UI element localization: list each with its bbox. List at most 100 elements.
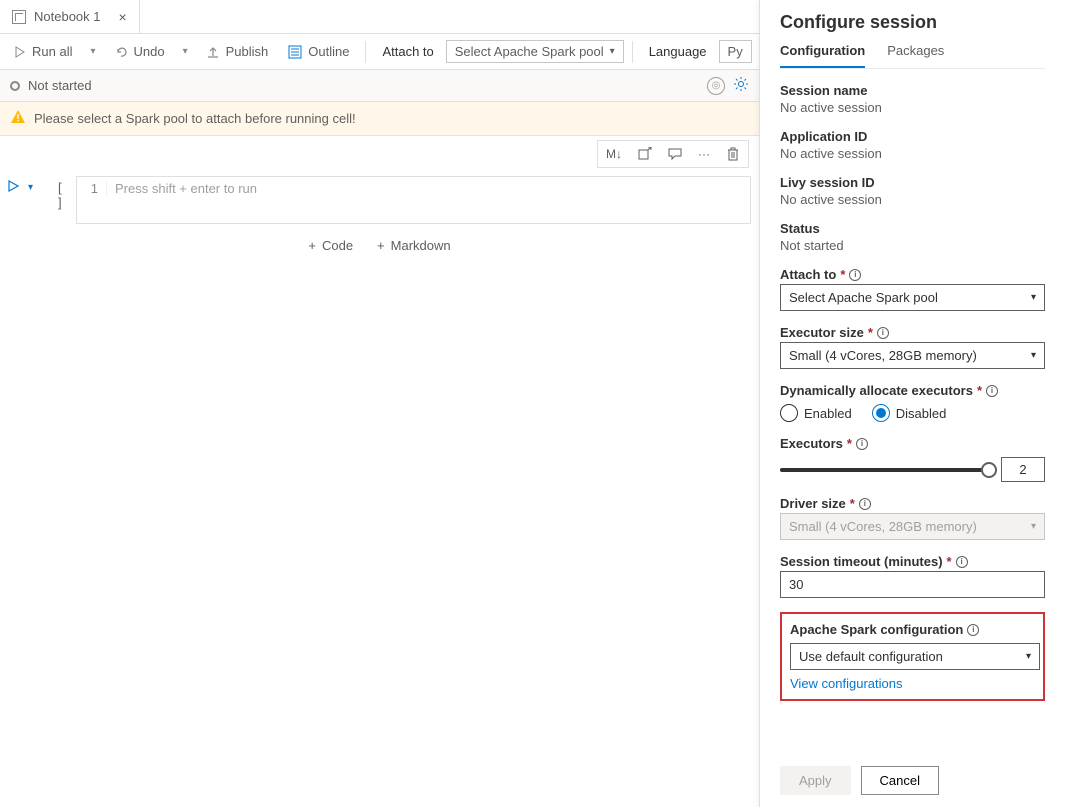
radio-icon — [872, 404, 890, 422]
spark-config-label: Apache Spark configurationi — [790, 622, 1035, 637]
run-all-chevron[interactable]: ▾ — [84, 42, 101, 61]
cancel-button[interactable]: Cancel — [861, 766, 939, 795]
chevron-down-icon: ▾ — [610, 46, 615, 57]
markdown-toggle[interactable]: M↓ — [600, 143, 628, 165]
spark-config-value: Use default configuration — [799, 649, 943, 664]
plus-icon: + — [377, 238, 385, 253]
executors-slider[interactable] — [780, 468, 989, 472]
outline-icon — [288, 45, 302, 59]
configure-session-panel: Configure session Configuration Packages… — [759, 0, 1065, 807]
add-markdown-label: Markdown — [391, 238, 451, 253]
attach-to-field-label: Attach to*i — [780, 267, 1045, 282]
dyn-alloc-label: Dynamically allocate executors*i — [780, 383, 1045, 398]
info-icon[interactable]: i — [877, 327, 889, 339]
plus-icon: + — [308, 238, 316, 253]
info-icon[interactable]: i — [967, 624, 979, 636]
more-icon[interactable]: ··· — [692, 143, 716, 165]
panel-title: Configure session — [780, 12, 1045, 33]
info-icon[interactable]: i — [986, 385, 998, 397]
add-markdown-button[interactable]: + Markdown — [377, 238, 451, 253]
code-cell: ▾ [ ] 1 Press shift + enter to run — [0, 168, 759, 224]
executor-size-label: Executor size*i — [780, 325, 1045, 340]
apply-button: Apply — [780, 766, 851, 795]
tab-packages[interactable]: Packages — [887, 43, 944, 68]
executors-label: Executors*i — [780, 436, 1045, 451]
info-icon[interactable]: i — [856, 438, 868, 450]
attach-to-select[interactable]: Select Apache Spark pool ▾ — [780, 284, 1045, 311]
info-icon[interactable]: i — [859, 498, 871, 510]
spark-config-highlight: Apache Spark configurationi Use default … — [780, 612, 1045, 701]
attach-to-select-value: Select Apache Spark pool — [789, 290, 938, 305]
language-dropdown[interactable]: Py — [719, 40, 752, 63]
livy-id-value: No active session — [780, 192, 1045, 207]
undo-button[interactable]: Undo — [106, 40, 173, 63]
outline-button[interactable]: Outline — [280, 40, 357, 63]
panel-footer: Apply Cancel — [780, 750, 1045, 795]
driver-size-value: Small (4 vCores, 28GB memory) — [789, 519, 977, 534]
close-icon[interactable]: × — [119, 9, 127, 25]
undo-icon — [114, 45, 128, 59]
execution-count: [ ] — [46, 176, 76, 214]
session-name-value: No active session — [780, 100, 1045, 115]
add-code-button[interactable]: + Code — [308, 238, 353, 253]
driver-size-select: Small (4 vCores, 28GB memory) ▾ — [780, 513, 1045, 540]
attach-to-dropdown[interactable]: Select Apache Spark pool ▾ — [446, 40, 624, 63]
publish-icon — [206, 45, 220, 59]
executors-value[interactable]: 2 — [1001, 457, 1045, 482]
publish-label: Publish — [226, 44, 269, 59]
language-label: Language — [649, 44, 707, 59]
status-dot-icon — [10, 81, 20, 91]
run-cell-chevron[interactable]: ▾ — [22, 178, 39, 197]
cell-toolbar: M↓ ··· — [597, 140, 749, 168]
convert-cell-icon[interactable] — [632, 143, 658, 165]
view-configurations-link[interactable]: View configurations — [790, 676, 903, 691]
radio-disabled[interactable]: Disabled — [872, 404, 947, 422]
run-cell-button[interactable] — [6, 179, 20, 196]
code-editor[interactable]: 1 Press shift + enter to run — [76, 176, 751, 224]
radio-icon — [780, 404, 798, 422]
slider-thumb[interactable] — [981, 462, 997, 478]
target-icon[interactable]: ◎ — [707, 77, 725, 95]
radio-enabled[interactable]: Enabled — [780, 404, 852, 422]
tab-title: Notebook 1 — [34, 9, 101, 24]
timeout-label: Session timeout (minutes)*i — [780, 554, 1045, 569]
chevron-down-icon: ▾ — [1031, 292, 1036, 303]
delete-icon[interactable] — [720, 143, 746, 165]
panel-tabs: Configuration Packages — [780, 43, 1045, 69]
application-id-value: No active session — [780, 146, 1045, 161]
line-number: 1 — [77, 181, 107, 196]
warning-banner: Please select a Spark pool to attach bef… — [0, 102, 759, 136]
outline-label: Outline — [308, 44, 349, 59]
executor-size-select[interactable]: Small (4 vCores, 28GB memory) ▾ — [780, 342, 1045, 369]
chevron-down-icon: ▾ — [1026, 651, 1031, 662]
add-cell-row: + Code + Markdown — [0, 224, 759, 267]
attach-to-label: Attach to — [382, 44, 433, 59]
notebook-tab[interactable]: Notebook 1 × — [0, 0, 140, 33]
tab-configuration[interactable]: Configuration — [780, 43, 865, 68]
timeout-input[interactable] — [780, 571, 1045, 598]
run-all-button[interactable]: Run all — [6, 40, 80, 63]
language-value: Py — [728, 44, 743, 59]
tab-bar: Notebook 1 × — [0, 0, 759, 34]
warning-icon — [10, 109, 26, 128]
application-id-label: Application ID — [780, 129, 1045, 144]
livy-id-label: Livy session ID — [780, 175, 1045, 190]
notebook-icon — [12, 10, 26, 24]
undo-label: Undo — [134, 44, 165, 59]
radio-enabled-label: Enabled — [804, 406, 852, 421]
driver-size-label: Driver size*i — [780, 496, 1045, 511]
toolbar: Run all ▾ Undo ▾ Publish Outline Attach … — [0, 34, 759, 70]
code-placeholder: Press shift + enter to run — [107, 181, 750, 196]
publish-button[interactable]: Publish — [198, 40, 277, 63]
radio-disabled-label: Disabled — [896, 406, 947, 421]
run-all-label: Run all — [32, 44, 72, 59]
gear-icon[interactable] — [733, 76, 749, 95]
status-value: Not started — [780, 238, 1045, 253]
comment-icon[interactable] — [662, 143, 688, 165]
spark-config-select[interactable]: Use default configuration ▾ — [790, 643, 1040, 670]
attach-to-value: Select Apache Spark pool — [455, 44, 604, 59]
undo-chevron[interactable]: ▾ — [177, 42, 194, 61]
info-icon[interactable]: i — [849, 269, 861, 281]
info-icon[interactable]: i — [956, 556, 968, 568]
status-bar: Not started ◎ — [0, 70, 759, 102]
